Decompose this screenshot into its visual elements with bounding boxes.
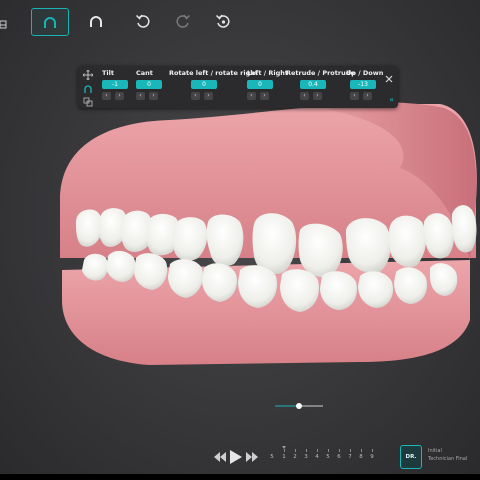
- rotate-increase-button[interactable]: ›: [204, 92, 213, 100]
- cant-label: Cant: [136, 69, 153, 77]
- tilt-control: Tilt -1 ‹ ›: [102, 69, 128, 100]
- retrude-protrude-value[interactable]: 0.4: [300, 80, 326, 89]
- panel-close-button[interactable]: [384, 69, 394, 83]
- tilt-increase-button[interactable]: ›: [115, 92, 124, 100]
- stage-timeline[interactable]: 5 1 2 3 4 5 6 7 8 9: [268, 446, 390, 466]
- stage-tick: [361, 449, 362, 452]
- tilt-value[interactable]: -1: [102, 80, 128, 89]
- stage-tick: [295, 449, 296, 452]
- stage-tick: [284, 449, 285, 452]
- stage-tick: [372, 449, 373, 452]
- stage-tick: [328, 449, 329, 452]
- slider-knob: [296, 403, 302, 409]
- cant-decrease-button[interactable]: ‹: [136, 92, 145, 100]
- cant-value[interactable]: 0: [136, 80, 162, 89]
- stage-label[interactable]: 2: [291, 454, 299, 460]
- stage-tick: [339, 449, 340, 452]
- left-right-label: Left / Right: [247, 69, 289, 77]
- left-right-value[interactable]: 0: [247, 80, 273, 89]
- panel-collapse-button[interactable]: «: [389, 95, 394, 104]
- stage-label[interactable]: 6: [335, 454, 343, 460]
- rotate-control: Rotate left / rotate right 0 ‹ ›: [169, 69, 258, 100]
- tilt-decrease-button[interactable]: ‹: [102, 92, 111, 100]
- up-down-increase-button[interactable]: ›: [363, 92, 372, 100]
- up-down-decrease-button[interactable]: ‹: [350, 92, 359, 100]
- view-slider[interactable]: [273, 396, 325, 409]
- stage-label[interactable]: 3: [302, 454, 310, 460]
- left-right-increase-button[interactable]: ›: [260, 92, 269, 100]
- stage-tick: [350, 449, 351, 452]
- tilt-label: Tilt: [102, 69, 114, 77]
- stage-info-final: Technician Final: [428, 456, 468, 462]
- stage-label[interactable]: 5: [324, 454, 332, 460]
- stage-label[interactable]: 8: [357, 454, 365, 460]
- left-right-control: Left / Right 0 ‹ ›: [247, 69, 289, 100]
- bottom-edge-bar: [0, 474, 480, 480]
- rotate-value[interactable]: 0: [191, 80, 217, 89]
- position-adjust-panel: Tilt -1 ‹ › Cant 0 ‹ › Rotate left / rot…: [78, 66, 398, 108]
- rotate-label: Rotate left / rotate right: [169, 69, 258, 77]
- skip-back-icon[interactable]: [214, 452, 226, 462]
- stage-label[interactable]: 4: [313, 454, 321, 460]
- stage-info-initial: Initial: [428, 448, 442, 454]
- stage-label[interactable]: 7: [346, 454, 354, 460]
- retrude-protrude-control: Retrude / Protrude 0.4 ‹ ›: [286, 69, 355, 100]
- move-icon[interactable]: [82, 69, 94, 81]
- cant-control: Cant 0 ‹ ›: [136, 69, 162, 100]
- skip-forward-icon[interactable]: [246, 452, 258, 462]
- stage-info: Initial Technician Final: [428, 447, 467, 463]
- up-down-label: Up / Down: [346, 69, 384, 77]
- stage-label[interactable]: 1: [280, 454, 288, 460]
- arch-icon[interactable]: [82, 83, 94, 95]
- cant-increase-button[interactable]: ›: [149, 92, 158, 100]
- stage-label[interactable]: 5: [268, 454, 276, 460]
- up-down-value[interactable]: -13: [350, 80, 376, 89]
- stage-label[interactable]: 9: [368, 454, 376, 460]
- occlusion-icon[interactable]: [82, 96, 94, 108]
- stage-tick: [306, 449, 307, 452]
- playback-controls: [214, 447, 258, 467]
- retrude-protrude-decrease-button[interactable]: ‹: [300, 92, 309, 100]
- retrude-protrude-increase-button[interactable]: ›: [313, 92, 322, 100]
- rotate-decrease-button[interactable]: ‹: [191, 92, 200, 100]
- doctor-stage-button[interactable]: DR.: [400, 445, 422, 469]
- retrude-protrude-label: Retrude / Protrude: [286, 69, 355, 77]
- play-icon[interactable]: [230, 450, 242, 464]
- stage-tick: [317, 449, 318, 452]
- up-down-control: Up / Down -13 ‹ ›: [346, 69, 384, 100]
- close-icon: [385, 75, 393, 83]
- left-right-decrease-button[interactable]: ‹: [247, 92, 256, 100]
